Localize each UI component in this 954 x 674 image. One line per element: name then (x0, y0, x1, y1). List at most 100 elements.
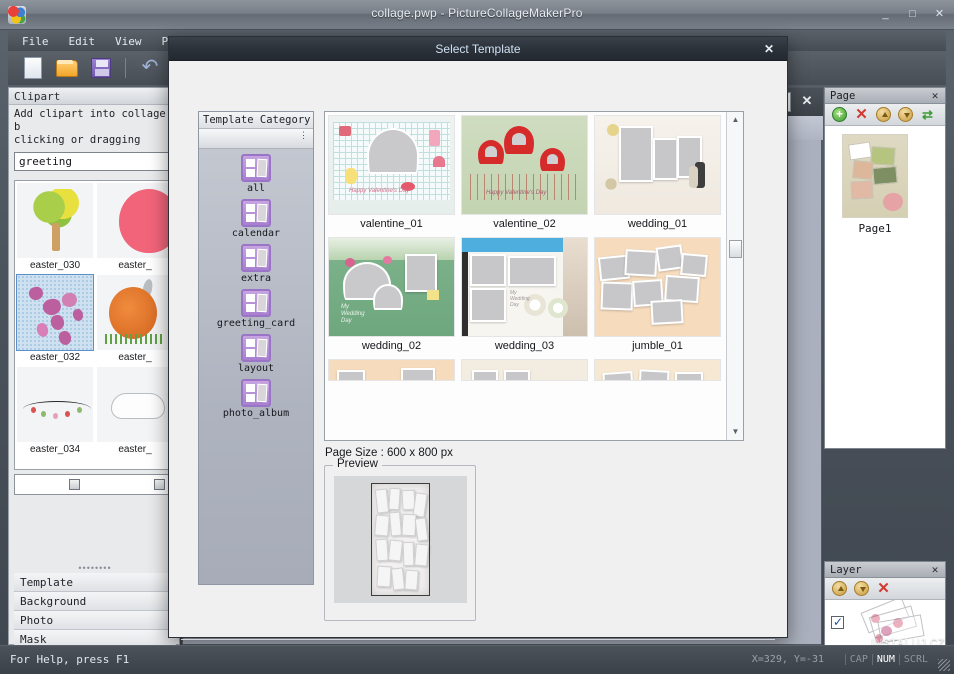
template-thumbnail[interactable] (328, 359, 455, 381)
clipart-panel-title: Clipart (9, 88, 179, 105)
layer-panel-title: Layer (830, 564, 862, 576)
sidebar-item-background[interactable]: Background (14, 592, 176, 611)
clipart-thumbnail[interactable] (17, 367, 93, 442)
select-template-dialog: Select Template ✕ Template Category ⋮ al… (168, 36, 788, 638)
template-thumbnail[interactable]: MyWeddingDay (328, 237, 455, 337)
delete-page-icon[interactable]: ✕ (854, 107, 869, 122)
new-document-button[interactable] (20, 55, 46, 81)
template-thumbnail[interactable]: Happy Valentine's Day (328, 115, 455, 215)
template-layout-icon (241, 244, 271, 272)
move-page-up-icon[interactable] (876, 107, 891, 122)
template-item[interactable]: wedding_01 (591, 112, 724, 234)
maximize-button[interactable]: □ (906, 8, 919, 21)
template-label: wedding_02 (325, 337, 458, 356)
clipart-item[interactable]: easter_034 (15, 365, 95, 457)
layer-visibility-checkbox[interactable] (831, 616, 844, 629)
add-page-icon[interactable] (832, 107, 847, 122)
template-item[interactable] (458, 356, 591, 381)
category-item-all[interactable]: all (199, 154, 313, 194)
clipart-thumbnail[interactable] (97, 183, 173, 258)
delete-layer-icon[interactable]: ✕ (876, 581, 891, 596)
right-docked-panels: Page ✕ ✕ ⇄ Page1 (824, 87, 946, 645)
template-item[interactable]: jumble_01 (591, 234, 724, 356)
category-item-extra[interactable]: extra (199, 244, 313, 284)
resize-grip-icon[interactable] (938, 659, 950, 671)
clipart-size-slider[interactable] (14, 474, 176, 495)
template-grid-scrollbar[interactable]: ▲ ▼ (726, 112, 743, 440)
minimize-button[interactable]: _ (879, 8, 892, 21)
sidebar-item-photo[interactable]: Photo (14, 611, 176, 630)
page-heart-decoration (882, 192, 904, 213)
template-item[interactable] (591, 356, 724, 381)
clipart-item[interactable]: easter_ (95, 273, 175, 365)
template-grid[interactable]: Happy Valentine's Day valentine_01 (325, 112, 725, 440)
template-thumbnail[interactable] (594, 359, 721, 381)
template-item[interactable]: Happy Valentine's Day valentine_01 (325, 112, 458, 234)
template-label: valentine_02 (458, 215, 591, 234)
clipart-thumbnail-selected[interactable] (17, 275, 93, 350)
scroll-up-arrow-icon[interactable]: ▲ (727, 112, 744, 128)
template-label: wedding_01 (591, 215, 724, 234)
clipart-item[interactable]: easter_030 (15, 181, 95, 273)
category-item-calendar[interactable]: calendar (199, 199, 313, 239)
category-item-greeting-card[interactable]: greeting_card (199, 289, 313, 329)
clipart-thumbnail[interactable] (97, 275, 173, 350)
template-item[interactable]: Happy Valentine's Day valentine_02 (458, 112, 591, 234)
slider-handle-left[interactable] (69, 479, 80, 490)
category-item-layout[interactable]: layout (199, 334, 313, 374)
scrollbar-thumb[interactable] (729, 240, 742, 258)
template-item[interactable] (325, 356, 458, 381)
menu-item-edit[interactable]: Edit (69, 35, 96, 48)
sidebar-item-template[interactable]: Template (14, 573, 176, 592)
save-file-button[interactable] (88, 55, 114, 81)
template-category-combo[interactable]: ⋮ (199, 129, 313, 149)
close-button[interactable]: ✕ (933, 8, 946, 21)
page-thumbnail[interactable] (842, 134, 908, 218)
slider-handle-right[interactable] (154, 479, 165, 490)
move-layer-up-icon[interactable] (832, 581, 847, 596)
close-document-icon[interactable]: ✕ (799, 93, 815, 109)
clipart-thumbnail[interactable] (97, 367, 173, 442)
template-category-title: Template Category (199, 112, 313, 129)
template-layout-icon (241, 334, 271, 362)
clipart-item[interactable]: easter_032 (15, 273, 95, 365)
template-item[interactable]: MyWeddingDay wedding_02 (325, 234, 458, 356)
preview-groupbox: Preview (324, 465, 476, 621)
template-row: Happy Valentine's Day valentine_01 (325, 112, 725, 234)
open-file-button[interactable] (54, 55, 80, 81)
template-thumbnail[interactable]: Happy Valentine's Day (461, 115, 588, 215)
move-layer-down-icon[interactable] (854, 581, 869, 596)
clipart-grid[interactable]: easter_030 easter_ (14, 180, 176, 470)
clipart-item[interactable]: easter_ (95, 365, 175, 457)
clipart-item[interactable]: easter_ (95, 181, 175, 273)
clipart-label: easter_ (95, 352, 175, 363)
clipart-thumbnail[interactable] (17, 183, 93, 258)
template-thumbnail[interactable] (594, 115, 721, 215)
window-title: collage.pwp - PictureCollageMakerPro (0, 6, 954, 20)
template-thumbnail[interactable]: MyWeddingDay (461, 237, 588, 337)
clipart-category-combo[interactable]: greeting (14, 152, 174, 171)
menu-item-file[interactable]: File (22, 35, 49, 48)
clipart-panel-description: Add clipart into collage b clicking or d… (9, 105, 179, 149)
category-item-photo-album[interactable]: photo_album (199, 379, 313, 419)
combo-grip-icon: ⋮ (299, 133, 308, 137)
template-thumbnail[interactable] (594, 237, 721, 337)
menu-item-view[interactable]: View (115, 35, 142, 48)
dialog-close-icon[interactable]: ✕ (761, 41, 777, 57)
scroll-down-arrow-icon[interactable]: ▼ (727, 424, 744, 440)
template-thumbnail[interactable] (461, 359, 588, 381)
page-list[interactable]: Page1 (825, 126, 945, 448)
template-category-list[interactable]: all calendar extra greeting_card (199, 149, 313, 584)
undo-button[interactable]: ↶ (137, 55, 163, 81)
swap-pages-icon[interactable]: ⇄ (920, 107, 935, 122)
category-label: all (199, 183, 313, 194)
template-item[interactable]: MyWeddingDay wedding_03 (458, 234, 591, 356)
preview-canvas (334, 476, 467, 603)
panel-drag-grip[interactable]: •••••••• (14, 564, 176, 573)
move-page-down-icon[interactable] (898, 107, 913, 122)
grass-icon (105, 334, 163, 344)
category-label: photo_album (199, 408, 313, 419)
page-panel-close-icon[interactable]: ✕ (929, 89, 941, 102)
layer-panel-close-icon[interactable]: ✕ (929, 563, 941, 576)
template-layout-icon (241, 379, 271, 407)
